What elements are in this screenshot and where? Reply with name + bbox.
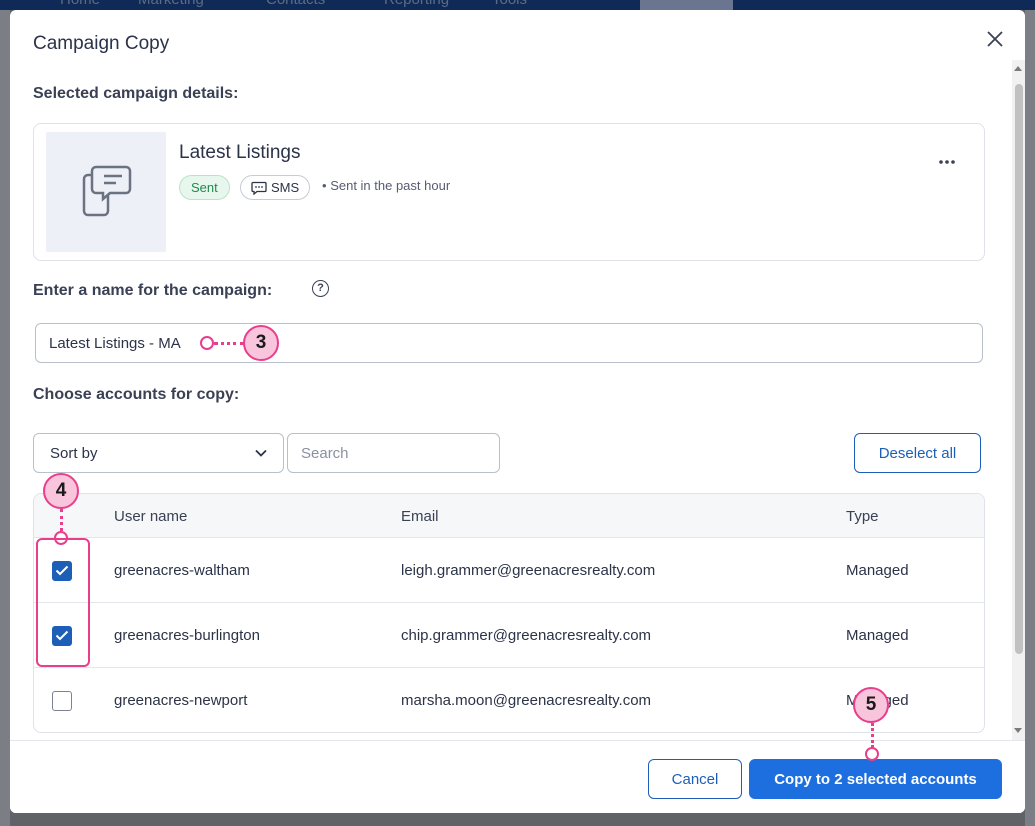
row-checkbox[interactable] — [52, 691, 72, 711]
bg-nav-reporting: Reporting — [384, 0, 449, 8]
cancel-button[interactable]: Cancel — [648, 759, 742, 799]
campaign-copy-modal: Campaign Copy Selected campaign details:… — [10, 10, 1025, 813]
campaign-name-input[interactable] — [35, 323, 983, 363]
row-type: Managed — [846, 627, 909, 644]
row-username: greenacres-burlington — [114, 627, 260, 644]
scroll-up-arrow-icon[interactable] — [1014, 66, 1022, 71]
scroll-down-arrow-icon[interactable] — [1014, 728, 1022, 733]
bg-nav-home: Home — [60, 0, 100, 8]
table-row[interactable]: greenacres-newport marsha.moon@greenacre… — [34, 668, 984, 732]
help-icon[interactable]: ? — [312, 280, 329, 297]
background-nav: Home Marketing Contacts Reporting Tools — [0, 0, 1035, 10]
callout-3-anchor — [200, 336, 214, 350]
channel-badge: SMS — [240, 175, 311, 200]
channel-label: SMS — [271, 180, 300, 195]
header-username: User name — [114, 508, 188, 525]
row-type: Managed — [846, 562, 909, 579]
row-email: chip.grammer@greenacresrealty.com — [401, 627, 652, 644]
table-row[interactable]: greenacres-burlington chip.grammer@green… — [34, 603, 984, 668]
header-email: Email — [401, 508, 439, 525]
row-email: marsha.moon@greenacresrealty.com — [401, 692, 652, 709]
bg-nav-marketing: Marketing — [138, 0, 204, 8]
callout-3: 3 — [243, 325, 279, 361]
sent-time-text: Sent in the past hour — [330, 178, 451, 193]
bg-nav-tools: Tools — [492, 0, 527, 8]
sort-by-dropdown[interactable]: Sort by — [33, 433, 284, 473]
campaign-name-label: Enter a name for the campaign: — [33, 282, 273, 299]
accounts-table: User name Email Type greenacres-waltham … — [33, 493, 985, 733]
row-username: greenacres-newport — [114, 692, 248, 709]
sort-by-label: Sort by — [50, 444, 98, 462]
sent-time: • Sent in the past hour — [322, 178, 450, 193]
more-icon — [939, 160, 955, 164]
modal-scrollbar[interactable] — [1012, 60, 1025, 740]
search-input[interactable] — [287, 433, 500, 473]
campaign-card: Latest Listings Sent SMS • Sent in the p… — [33, 123, 985, 261]
copy-to-accounts-button[interactable]: Copy to 2 selected accounts — [749, 759, 1002, 799]
row-username: greenacres-waltham — [114, 562, 250, 579]
background-right — [1025, 10, 1035, 826]
close-button[interactable] — [982, 26, 1008, 52]
callout-3-connector — [214, 342, 244, 345]
callout-4-connector — [60, 509, 63, 531]
table-row[interactable]: greenacres-waltham leigh.grammer@greenac… — [34, 538, 984, 603]
separator-dot: • — [322, 178, 327, 193]
callout-4: 4 — [43, 473, 79, 509]
scroll-thumb[interactable] — [1015, 84, 1023, 654]
choose-accounts-label: Choose accounts for copy: — [33, 386, 240, 403]
sms-icon — [251, 181, 267, 195]
selected-details-label: Selected campaign details: — [33, 85, 239, 102]
campaign-thumbnail — [46, 132, 166, 252]
bg-nav-contacts: Contacts — [266, 0, 325, 8]
close-icon — [987, 31, 1003, 47]
campaign-name: Latest Listings — [179, 142, 301, 163]
background-left — [0, 10, 10, 826]
callout-4-highlight — [36, 538, 90, 667]
table-header: User name Email Type — [34, 494, 984, 538]
callout-5-connector — [871, 723, 874, 748]
status-badge: Sent — [179, 175, 230, 200]
header-type: Type — [846, 508, 879, 525]
chevron-down-icon — [255, 449, 267, 457]
callout-5-anchor — [865, 747, 879, 761]
modal-title: Campaign Copy — [33, 33, 170, 54]
callout-5: 5 — [853, 687, 889, 723]
sms-campaign-icon — [82, 165, 132, 217]
more-options-button[interactable] — [939, 148, 955, 171]
row-email: leigh.grammer@greenacresrealty.com — [401, 562, 656, 579]
deselect-all-button[interactable]: Deselect all — [854, 433, 981, 473]
bg-nav-create — [640, 0, 733, 10]
